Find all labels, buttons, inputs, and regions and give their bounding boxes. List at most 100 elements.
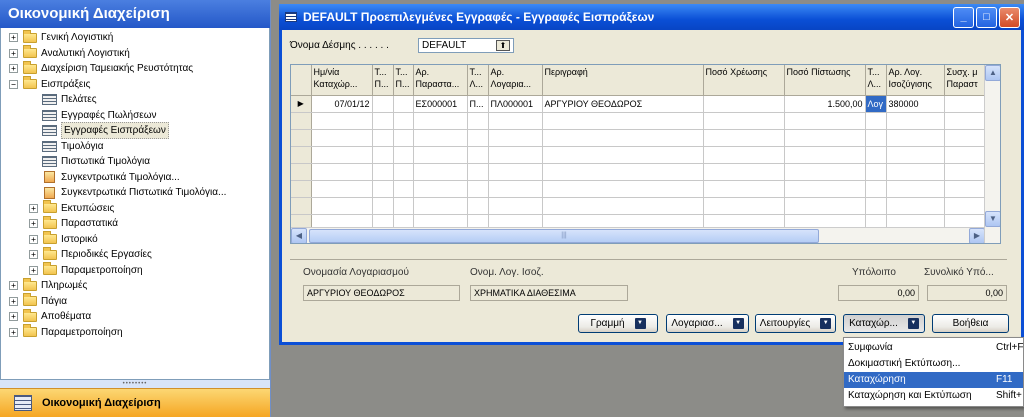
nav-tree-item[interactable]: + Πληρωμές	[9, 277, 87, 293]
table-row[interactable]	[291, 112, 987, 130]
table-cell[interactable]	[886, 163, 945, 181]
table-cell[interactable]	[886, 129, 945, 147]
table-cell[interactable]	[413, 180, 468, 198]
row-selector[interactable]	[291, 197, 312, 215]
account-button[interactable]: Λογαριασ... ▼	[666, 314, 749, 333]
table-cell[interactable]: 380000	[886, 95, 945, 113]
close-button[interactable]: ✕	[999, 6, 1020, 28]
table-cell[interactable]	[393, 180, 414, 198]
column-header[interactable]: Συσχ. μ Παραστ	[944, 65, 987, 96]
nav-tree-item[interactable]: + Πάγια	[9, 293, 67, 309]
expand-icon[interactable]: +	[29, 250, 38, 259]
horizontal-scrollbar[interactable]: ◀ ||| ▶	[291, 227, 985, 243]
row-selector[interactable]: ▶	[291, 95, 312, 113]
table-cell[interactable]: ΠΛ000001	[488, 95, 543, 113]
table-cell[interactable]	[944, 129, 987, 147]
scroll-down-button[interactable]: ▼	[985, 211, 1000, 227]
expand-icon[interactable]: +	[9, 33, 18, 42]
nav-tree-item[interactable]: + Ιστορικό	[29, 231, 98, 247]
batch-name-field[interactable]: DEFAULT ⬆	[418, 38, 514, 53]
table-cell[interactable]	[372, 180, 394, 198]
window-titlebar[interactable]: DEFAULT Προεπιλεγμένες Εγγραφές - Εγγραφ…	[279, 4, 1024, 30]
nav-tree-item[interactable]: Πελάτες	[42, 92, 97, 107]
table-cell[interactable]	[784, 180, 866, 198]
nav-tree-item[interactable]: Τιμολόγια	[42, 139, 104, 154]
table-cell[interactable]	[467, 112, 489, 130]
posting-menu-item[interactable]: Καταχώρηση και Εκτύπωση Shift+	[844, 388, 1023, 404]
scroll-left-button[interactable]: ◀	[291, 228, 307, 243]
column-header[interactable]: Τ... Λ...	[865, 65, 887, 96]
table-cell[interactable]	[311, 180, 373, 198]
expand-icon[interactable]: +	[29, 265, 38, 275]
table-cell[interactable]	[542, 197, 704, 215]
table-row[interactable]	[291, 197, 987, 215]
table-cell[interactable]	[886, 180, 945, 198]
row-selector[interactable]	[291, 163, 312, 181]
table-cell[interactable]	[703, 112, 785, 130]
table-cell[interactable]	[393, 146, 414, 164]
table-cell[interactable]	[944, 112, 987, 130]
nav-tree-item[interactable]: + Εκτυπώσεις	[29, 200, 114, 216]
table-cell[interactable]	[311, 163, 373, 181]
scroll-up-button[interactable]: ▲	[985, 65, 1000, 81]
table-cell[interactable]	[488, 112, 543, 130]
expand-icon[interactable]: +	[29, 234, 38, 244]
table-cell[interactable]: 1.500,00	[784, 95, 866, 113]
column-header[interactable]: Ποσό Πίστωσης	[784, 65, 866, 96]
lookup-icon[interactable]: ⬆	[496, 40, 510, 51]
table-cell[interactable]	[311, 146, 373, 164]
table-cell[interactable]: Λογ	[865, 95, 887, 113]
table-cell[interactable]	[488, 197, 543, 215]
nav-tree-item[interactable]: + Παραμετροποίηση	[9, 324, 123, 340]
expand-icon[interactable]: +	[9, 296, 18, 306]
table-row[interactable]	[291, 180, 987, 198]
column-header[interactable]: Αρ. Παραστα...	[413, 65, 468, 96]
nav-tree-item[interactable]: + Παραστατικά	[29, 215, 118, 231]
table-cell[interactable]	[311, 197, 373, 215]
expand-icon[interactable]: +	[9, 64, 18, 73]
horizontal-scroll-thumb[interactable]: |||	[309, 229, 819, 243]
table-cell[interactable]	[886, 112, 945, 130]
table-cell[interactable]	[703, 163, 785, 181]
vertical-scrollbar[interactable]: ▲ ▼	[984, 65, 1000, 243]
table-cell[interactable]	[784, 163, 866, 181]
table-cell[interactable]	[944, 180, 987, 198]
nav-module-button[interactable]: Οικονομική Διαχείριση	[0, 388, 270, 417]
nav-tree-item[interactable]: + Αναλυτική Λογιστική	[9, 45, 130, 61]
table-cell[interactable]	[311, 112, 373, 130]
table-cell[interactable]	[542, 112, 704, 130]
table-cell[interactable]	[488, 129, 543, 147]
table-cell[interactable]	[488, 146, 543, 164]
table-cell[interactable]	[542, 146, 704, 164]
column-header[interactable]: Ημ/νία Καταχώρ...	[311, 65, 373, 96]
table-cell[interactable]	[372, 197, 394, 215]
table-cell[interactable]	[542, 163, 704, 181]
table-cell[interactable]	[393, 197, 414, 215]
table-cell[interactable]: Π...	[467, 95, 489, 113]
table-cell[interactable]	[944, 95, 987, 113]
table-cell[interactable]	[865, 146, 887, 164]
table-cell[interactable]	[393, 129, 414, 147]
scroll-right-button[interactable]: ▶	[969, 228, 985, 243]
row-selector[interactable]	[291, 129, 312, 147]
table-cell[interactable]	[467, 146, 489, 164]
help-button[interactable]: Βοήθεια	[932, 314, 1009, 333]
table-cell[interactable]	[413, 129, 468, 147]
table-cell[interactable]	[393, 163, 414, 181]
table-cell[interactable]	[784, 197, 866, 215]
table-cell[interactable]	[413, 112, 468, 130]
table-cell[interactable]	[784, 129, 866, 147]
nav-tree-item[interactable]: + Περιοδικές Εργασίες	[29, 246, 152, 262]
table-cell[interactable]	[944, 163, 987, 181]
posting-menu-item[interactable]: Δοκιμαστική Εκτύπωση...	[844, 356, 1023, 372]
table-cell[interactable]	[413, 197, 468, 215]
line-button[interactable]: Γραμμή ▼	[578, 314, 658, 333]
row-selector[interactable]	[291, 146, 312, 164]
column-header[interactable]: Τ... Λ...	[467, 65, 489, 96]
table-cell[interactable]	[311, 129, 373, 147]
table-cell[interactable]	[393, 95, 414, 113]
table-row[interactable]	[291, 146, 987, 164]
nav-tree-item[interactable]: Εγγραφές Εισπράξεων	[42, 122, 169, 139]
table-cell[interactable]	[467, 163, 489, 181]
expand-icon[interactable]: +	[9, 48, 18, 58]
